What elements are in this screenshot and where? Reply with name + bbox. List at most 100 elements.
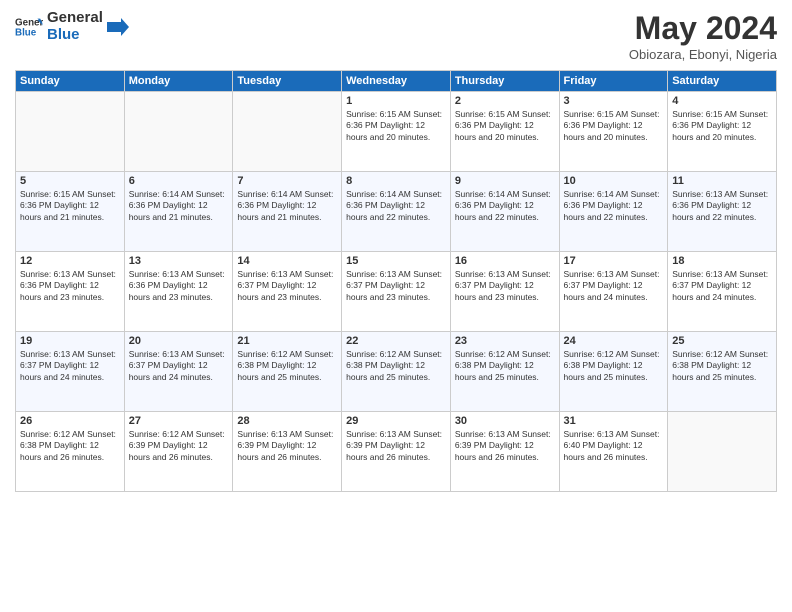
calendar-cell: 7 Sunrise: 6:14 AM Sunset: 6:36 PM Daylig… bbox=[233, 172, 342, 252]
day-number: 24 bbox=[564, 335, 664, 347]
calendar-cell: 30Sunrise: 6:13 AM Sunset: 6:39 PM Dayli… bbox=[450, 412, 559, 492]
logo-icon: General Blue bbox=[15, 13, 43, 41]
calendar-week-row: 26 Sunrise: 6:12 AM Sunset: 6:38 PM Dayli… bbox=[16, 412, 777, 492]
day-info: Sunrise: 6:12 AM Sunset: 6:38 PM Dayligh… bbox=[237, 349, 337, 383]
svg-text:Blue: Blue bbox=[15, 27, 37, 38]
location-subtitle: Obiozara, Ebonyi, Nigeria bbox=[629, 47, 777, 62]
day-number: 19 bbox=[20, 335, 120, 347]
calendar-cell: 4 Sunrise: 6:15 AM Sunset: 6:36 PM Daylig… bbox=[668, 92, 777, 172]
calendar-cell: 6 Sunrise: 6:14 AM Sunset: 6:36 PM Daylig… bbox=[124, 172, 233, 252]
day-info: Sunrise: 6:13 AM Sunset: 6:39 PM Dayligh… bbox=[346, 429, 446, 463]
logo-general: General bbox=[47, 10, 103, 27]
header: General Blue General Blue May 2024 Obioz… bbox=[15, 10, 777, 62]
calendar-cell: 24 Sunrise: 6:12 AM Sunset: 6:38 PM Dayli… bbox=[559, 332, 668, 412]
day-number: 21 bbox=[237, 335, 337, 347]
calendar-table: SundayMondayTuesdayWednesdayThursdayFrid… bbox=[15, 70, 777, 492]
day-info: Sunrise: 6:13 AM Sunset: 6:37 PM Dayligh… bbox=[346, 269, 446, 303]
day-number: 20 bbox=[129, 335, 229, 347]
day-info: Sunrise: 6:12 AM Sunset: 6:38 PM Dayligh… bbox=[455, 349, 555, 383]
day-info: Sunrise: 6:15 AM Sunset: 6:36 PM Dayligh… bbox=[672, 109, 772, 143]
day-info: Sunrise: 6:12 AM Sunset: 6:38 PM Dayligh… bbox=[564, 349, 664, 383]
day-number: 22 bbox=[346, 335, 446, 347]
day-number: 1 bbox=[346, 95, 446, 107]
logo: General Blue General Blue bbox=[15, 10, 129, 43]
day-number: 17 bbox=[564, 255, 664, 267]
calendar-cell: 12Sunrise: 6:13 AM Sunset: 6:36 PM Dayli… bbox=[16, 252, 125, 332]
calendar-col-thursday: Thursday bbox=[450, 71, 559, 92]
calendar-cell: 23 Sunrise: 6:12 AM Sunset: 6:38 PM Dayli… bbox=[450, 332, 559, 412]
calendar-cell: 2 Sunrise: 6:15 AM Sunset: 6:36 PM Daylig… bbox=[450, 92, 559, 172]
day-info: Sunrise: 6:12 AM Sunset: 6:38 PM Dayligh… bbox=[346, 349, 446, 383]
calendar-cell bbox=[233, 92, 342, 172]
calendar-col-wednesday: Wednesday bbox=[342, 71, 451, 92]
day-number: 26 bbox=[20, 415, 120, 427]
calendar-cell: 26 Sunrise: 6:12 AM Sunset: 6:38 PM Dayli… bbox=[16, 412, 125, 492]
calendar-cell: 14 Sunrise: 6:13 AM Sunset: 6:37 PM Dayli… bbox=[233, 252, 342, 332]
day-info: Sunrise: 6:14 AM Sunset: 6:36 PM Dayligh… bbox=[564, 189, 664, 223]
title-block: May 2024 Obiozara, Ebonyi, Nigeria bbox=[629, 10, 777, 62]
day-number: 15 bbox=[346, 255, 446, 267]
day-number: 6 bbox=[129, 175, 229, 187]
day-info: Sunrise: 6:12 AM Sunset: 6:38 PM Dayligh… bbox=[20, 429, 120, 463]
calendar-cell: 20 Sunrise: 6:13 AM Sunset: 6:37 PM Dayli… bbox=[124, 332, 233, 412]
calendar-col-monday: Monday bbox=[124, 71, 233, 92]
calendar-week-row: 1 Sunrise: 6:15 AM Sunset: 6:36 PM Daylig… bbox=[16, 92, 777, 172]
calendar-col-sunday: Sunday bbox=[16, 71, 125, 92]
day-number: 18 bbox=[672, 255, 772, 267]
calendar-cell: 16Sunrise: 6:13 AM Sunset: 6:37 PM Dayli… bbox=[450, 252, 559, 332]
day-number: 8 bbox=[346, 175, 446, 187]
calendar-cell: 5 Sunrise: 6:15 AM Sunset: 6:36 PM Daylig… bbox=[16, 172, 125, 252]
day-number: 2 bbox=[455, 95, 555, 107]
calendar-cell bbox=[124, 92, 233, 172]
logo-blue: Blue bbox=[47, 27, 103, 44]
calendar-col-friday: Friday bbox=[559, 71, 668, 92]
day-info: Sunrise: 6:13 AM Sunset: 6:37 PM Dayligh… bbox=[455, 269, 555, 303]
day-number: 13 bbox=[129, 255, 229, 267]
day-info: Sunrise: 6:13 AM Sunset: 6:36 PM Dayligh… bbox=[20, 269, 120, 303]
calendar-cell bbox=[668, 412, 777, 492]
day-info: Sunrise: 6:14 AM Sunset: 6:36 PM Dayligh… bbox=[455, 189, 555, 223]
day-info: Sunrise: 6:13 AM Sunset: 6:37 PM Dayligh… bbox=[20, 349, 120, 383]
month-year-title: May 2024 bbox=[629, 10, 777, 47]
day-info: Sunrise: 6:12 AM Sunset: 6:38 PM Dayligh… bbox=[672, 349, 772, 383]
calendar-header-row: SundayMondayTuesdayWednesdayThursdayFrid… bbox=[16, 71, 777, 92]
day-number: 30 bbox=[455, 415, 555, 427]
day-number: 7 bbox=[237, 175, 337, 187]
day-info: Sunrise: 6:13 AM Sunset: 6:37 PM Dayligh… bbox=[672, 269, 772, 303]
day-number: 4 bbox=[672, 95, 772, 107]
calendar-week-row: 5 Sunrise: 6:15 AM Sunset: 6:36 PM Daylig… bbox=[16, 172, 777, 252]
calendar-cell: 28Sunrise: 6:13 AM Sunset: 6:39 PM Dayli… bbox=[233, 412, 342, 492]
calendar-cell: 10 Sunrise: 6:14 AM Sunset: 6:36 PM Dayli… bbox=[559, 172, 668, 252]
day-number: 9 bbox=[455, 175, 555, 187]
day-number: 14 bbox=[237, 255, 337, 267]
day-info: Sunrise: 6:15 AM Sunset: 6:36 PM Dayligh… bbox=[20, 189, 120, 223]
day-info: Sunrise: 6:13 AM Sunset: 6:37 PM Dayligh… bbox=[129, 349, 229, 383]
day-info: Sunrise: 6:14 AM Sunset: 6:36 PM Dayligh… bbox=[129, 189, 229, 223]
day-info: Sunrise: 6:13 AM Sunset: 6:39 PM Dayligh… bbox=[237, 429, 337, 463]
calendar-cell: 21 Sunrise: 6:12 AM Sunset: 6:38 PM Dayli… bbox=[233, 332, 342, 412]
calendar-cell: 19 Sunrise: 6:13 AM Sunset: 6:37 PM Dayli… bbox=[16, 332, 125, 412]
day-info: Sunrise: 6:13 AM Sunset: 6:37 PM Dayligh… bbox=[564, 269, 664, 303]
day-info: Sunrise: 6:15 AM Sunset: 6:36 PM Dayligh… bbox=[455, 109, 555, 143]
day-info: Sunrise: 6:14 AM Sunset: 6:36 PM Dayligh… bbox=[237, 189, 337, 223]
day-number: 5 bbox=[20, 175, 120, 187]
day-info: Sunrise: 6:13 AM Sunset: 6:36 PM Dayligh… bbox=[129, 269, 229, 303]
day-number: 3 bbox=[564, 95, 664, 107]
calendar-cell: 3Sunrise: 6:15 AM Sunset: 6:36 PM Daylig… bbox=[559, 92, 668, 172]
day-number: 27 bbox=[129, 415, 229, 427]
calendar-col-saturday: Saturday bbox=[668, 71, 777, 92]
day-number: 23 bbox=[455, 335, 555, 347]
calendar-cell bbox=[16, 92, 125, 172]
day-number: 29 bbox=[346, 415, 446, 427]
calendar-cell: 18 Sunrise: 6:13 AM Sunset: 6:37 PM Dayli… bbox=[668, 252, 777, 332]
logo-arrow-icon bbox=[107, 18, 129, 36]
day-number: 25 bbox=[672, 335, 772, 347]
calendar-cell: 11Sunrise: 6:13 AM Sunset: 6:36 PM Dayli… bbox=[668, 172, 777, 252]
calendar-week-row: 19 Sunrise: 6:13 AM Sunset: 6:37 PM Dayli… bbox=[16, 332, 777, 412]
day-info: Sunrise: 6:13 AM Sunset: 6:37 PM Dayligh… bbox=[237, 269, 337, 303]
calendar-cell: 13 Sunrise: 6:13 AM Sunset: 6:36 PM Dayli… bbox=[124, 252, 233, 332]
day-number: 11 bbox=[672, 175, 772, 187]
day-info: Sunrise: 6:15 AM Sunset: 6:36 PM Dayligh… bbox=[346, 109, 446, 143]
day-number: 10 bbox=[564, 175, 664, 187]
day-number: 31 bbox=[564, 415, 664, 427]
